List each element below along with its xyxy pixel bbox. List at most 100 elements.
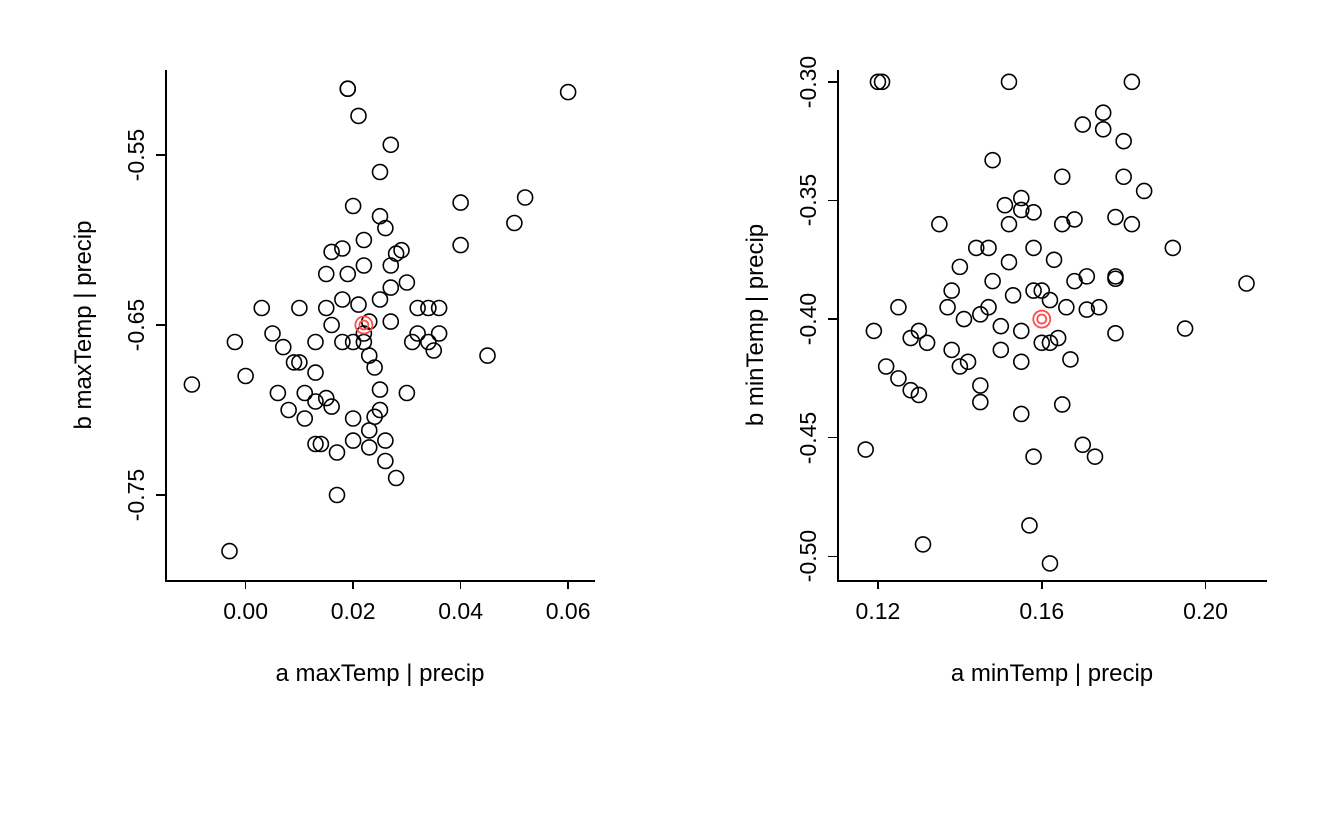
data-point xyxy=(1014,191,1029,206)
data-point xyxy=(399,386,414,401)
data-point xyxy=(335,241,350,256)
data-point xyxy=(383,314,398,329)
data-point xyxy=(367,360,382,375)
data-point xyxy=(346,411,361,426)
data-point xyxy=(916,537,931,552)
data-point xyxy=(389,471,404,486)
data-point xyxy=(985,274,1000,289)
data-point xyxy=(952,259,967,274)
data-point xyxy=(362,348,377,363)
panel-mintemp: b minTemp | precip a minTemp | precip 0.… xyxy=(672,0,1344,830)
data-point xyxy=(351,297,366,312)
data-point xyxy=(292,301,307,316)
data-point xyxy=(993,319,1008,334)
data-point xyxy=(319,391,334,406)
data-point xyxy=(238,369,253,384)
data-point xyxy=(870,74,885,89)
data-point xyxy=(956,312,971,327)
data-point xyxy=(308,394,323,409)
data-point xyxy=(389,246,404,261)
data-point xyxy=(1042,293,1057,308)
data-point xyxy=(335,292,350,307)
data-point xyxy=(1116,134,1131,149)
data-point xyxy=(1063,352,1078,367)
data-point xyxy=(993,342,1008,357)
data-point xyxy=(1026,449,1041,464)
data-point xyxy=(405,335,420,350)
data-point xyxy=(399,275,414,290)
data-point xyxy=(985,153,1000,168)
data-point xyxy=(1079,269,1094,284)
data-point xyxy=(1088,449,1103,464)
data-point xyxy=(346,433,361,448)
data-point xyxy=(324,318,339,333)
data-point xyxy=(507,216,522,231)
data-point xyxy=(453,238,468,253)
data-point xyxy=(1014,354,1029,369)
scatter-panels: b maxTemp | precip a maxTemp | precip 0.… xyxy=(0,0,1344,830)
data-point xyxy=(1002,74,1017,89)
data-point xyxy=(1075,437,1090,452)
data-point xyxy=(932,217,947,232)
data-point xyxy=(1108,210,1123,225)
panel-maxtemp: b maxTemp | precip a maxTemp | precip 0.… xyxy=(0,0,672,830)
data-point xyxy=(1096,105,1111,120)
data-point xyxy=(1014,406,1029,421)
highlight-point xyxy=(1033,311,1050,328)
data-point xyxy=(453,195,468,210)
data-point xyxy=(1096,122,1111,137)
data-point xyxy=(308,365,323,380)
data-point xyxy=(340,81,355,96)
data-point xyxy=(1006,288,1021,303)
data-point xyxy=(1055,169,1070,184)
data-point xyxy=(1026,240,1041,255)
data-point xyxy=(362,440,377,455)
data-point xyxy=(973,378,988,393)
data-point xyxy=(1067,212,1082,227)
data-point xyxy=(373,292,388,307)
data-point xyxy=(378,433,393,448)
data-point xyxy=(1075,117,1090,132)
data-point xyxy=(1165,240,1180,255)
highlight-point xyxy=(355,317,372,334)
data-point xyxy=(891,371,906,386)
data-point xyxy=(254,301,269,316)
data-point xyxy=(410,326,425,341)
data-point xyxy=(432,301,447,316)
data-point xyxy=(346,199,361,214)
data-point xyxy=(297,411,312,426)
data-point xyxy=(997,198,1012,213)
data-point xyxy=(1239,276,1254,291)
data-point xyxy=(319,267,334,282)
data-point xyxy=(324,244,339,259)
data-point xyxy=(1059,300,1074,315)
data-point xyxy=(184,377,199,392)
highlight-point xyxy=(359,321,368,330)
data-point xyxy=(383,137,398,152)
data-point xyxy=(1002,217,1017,232)
data-point xyxy=(940,300,955,315)
data-point xyxy=(383,258,398,273)
data-point xyxy=(356,258,371,273)
data-point xyxy=(394,243,409,258)
data-point xyxy=(518,190,533,205)
data-point xyxy=(373,382,388,397)
data-point xyxy=(866,323,881,338)
data-point xyxy=(362,423,377,438)
data-point xyxy=(324,399,339,414)
data-point xyxy=(1055,397,1070,412)
data-point xyxy=(297,386,312,401)
data-point xyxy=(281,403,296,418)
data-point xyxy=(1124,217,1139,232)
data-point xyxy=(1108,326,1123,341)
data-point xyxy=(920,335,935,350)
data-point xyxy=(276,340,291,355)
data-point xyxy=(308,335,323,350)
data-point xyxy=(330,488,345,503)
data-point xyxy=(480,348,495,363)
data-point xyxy=(227,335,242,350)
scatter-points xyxy=(672,0,1344,830)
data-point xyxy=(319,301,334,316)
data-point xyxy=(973,395,988,410)
data-point xyxy=(340,267,355,282)
